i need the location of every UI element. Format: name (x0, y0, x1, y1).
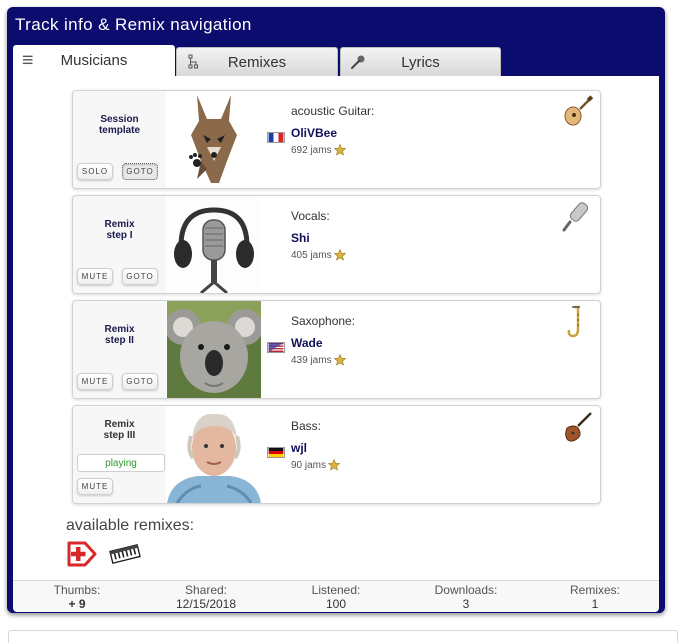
track-card: Remix step I MUTE GOTO Vocals: Shi 405 j… (72, 195, 601, 294)
wolf-avatar-icon (167, 91, 261, 188)
acoustic-guitar-icon (564, 95, 594, 126)
jam-count: 90 jams (291, 459, 341, 471)
stat-listened: Listened: 100 (281, 583, 391, 611)
musicians-panel: Session template SOLO GOTO acoustic Guit (13, 76, 659, 612)
track-card: Session template SOLO GOTO acoustic Guit (72, 90, 601, 189)
stat-remixes: Remixes: 1 (540, 583, 650, 611)
track-info-window: Track info & Remix navigation Musicians … (7, 7, 665, 613)
comment-input[interactable] (8, 630, 678, 643)
musician-photo-microphone (167, 196, 261, 293)
stat-value: 3 (462, 597, 470, 611)
jam-count: 405 jams (291, 249, 346, 261)
stat-label: Listened: (311, 583, 361, 597)
koala-avatar-icon (167, 301, 261, 398)
goto-button[interactable]: GOTO (122, 373, 158, 390)
musician-photo-wolf (167, 91, 261, 188)
stat-value: + 9 (68, 597, 86, 611)
jam-count: 692 jams (291, 144, 346, 156)
star-icon (333, 249, 346, 261)
man-portrait-icon (167, 406, 261, 503)
musician-link[interactable]: Wade (291, 336, 323, 350)
star-icon (333, 354, 346, 366)
keyboard-icon[interactable] (109, 542, 141, 566)
instrument-label: Vocals: (291, 209, 330, 223)
step-title: Remix step I (104, 219, 135, 241)
tab-label: Musicians (60, 52, 128, 69)
musician-photo-koala (167, 301, 261, 398)
musician-link[interactable]: wjl (291, 441, 307, 455)
flag-france-icon (267, 132, 285, 143)
jam-count-text: 90 jams (291, 459, 327, 471)
stat-value: 100 (325, 597, 347, 611)
stat-label: Shared: (184, 583, 228, 597)
stat-downloads: Downloads: 3 (411, 583, 521, 611)
bass-guitar-icon (565, 412, 592, 442)
goto-button[interactable]: GOTO (122, 268, 158, 285)
track-stats-bar: Thumbs: + 9 Shared: 12/15/2018 Listened:… (13, 580, 659, 612)
remix-step-panel: Session template SOLO GOTO (73, 91, 166, 188)
musician-photo-man (167, 406, 261, 503)
step-title: Remix step III (103, 419, 136, 441)
saxophone-icon (567, 305, 580, 338)
tab-bar: Musicians Remixes Lyrics (13, 45, 663, 76)
tab-label: Lyrics (401, 53, 440, 71)
star-icon (333, 144, 346, 156)
star-icon (328, 459, 341, 471)
stat-value: 12/15/2018 (175, 597, 237, 611)
remix-step-panel: Remix step I MUTE GOTO (73, 196, 166, 293)
musician-link[interactable]: OliVBee (291, 126, 337, 140)
mute-button[interactable]: MUTE (77, 268, 113, 285)
stat-label: Thumbs: (53, 583, 101, 597)
add-remix-icon[interactable] (67, 539, 97, 569)
window-title: Track info & Remix navigation (15, 15, 252, 34)
jam-count-text: 692 jams (291, 144, 332, 156)
instrument-label: acoustic Guitar: (291, 104, 375, 118)
jam-count-text: 405 jams (291, 249, 332, 261)
microphone-icon (351, 55, 365, 69)
remix-step-panel: Remix step III playing MUTE (73, 406, 166, 503)
instrument-label: Saxophone: (291, 314, 356, 328)
goto-button[interactable]: GOTO (122, 163, 158, 180)
musician-link[interactable]: Shi (291, 231, 310, 245)
track-card: Remix step II MUTE GOTO Saxophone: Wade … (72, 300, 601, 399)
available-remixes-label: available remixes: (66, 517, 195, 534)
jam-count: 439 jams (291, 354, 346, 366)
stat-shared: Shared: 12/15/2018 (151, 583, 261, 611)
hierarchy-icon (188, 54, 198, 69)
track-card: Remix step III playing MUTE Bass: wjl 90… (72, 405, 601, 504)
jam-count-text: 439 jams (291, 354, 332, 366)
flag-germany-icon (267, 447, 285, 458)
solo-button[interactable]: SOLO (77, 163, 113, 180)
instrument-label: Bass: (291, 419, 322, 433)
tab-remixes[interactable]: Remixes (176, 47, 338, 76)
microphone-icon (562, 202, 589, 232)
mute-button[interactable]: MUTE (77, 373, 113, 390)
studio-microphone-icon (167, 196, 261, 293)
flag-usa-icon (267, 342, 285, 353)
stat-label: Downloads: (434, 583, 498, 597)
stat-value: 1 (591, 597, 599, 611)
tab-musicians[interactable]: Musicians (13, 45, 175, 76)
step-title: Session template (98, 114, 141, 136)
stat-thumbs: Thumbs: + 9 (22, 583, 132, 611)
remix-step-panel: Remix step II MUTE GOTO (73, 301, 166, 398)
menu-icon (22, 55, 33, 65)
tab-lyrics[interactable]: Lyrics (340, 47, 501, 76)
playing-status: playing (77, 454, 165, 472)
mute-button[interactable]: MUTE (77, 478, 113, 495)
tab-label: Remixes (227, 53, 287, 71)
step-title: Remix step II (104, 324, 135, 346)
stat-label: Remixes: (569, 583, 620, 597)
